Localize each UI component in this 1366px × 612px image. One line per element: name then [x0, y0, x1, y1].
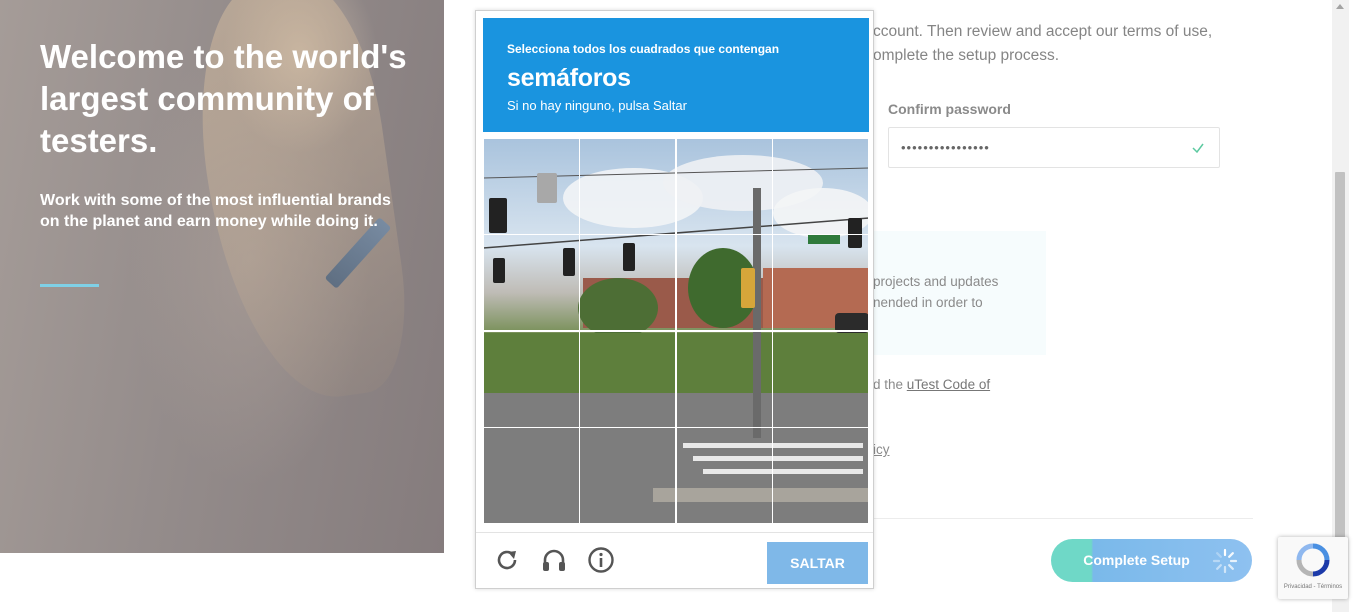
- captcha-target-object: semáforos: [507, 64, 631, 92]
- captcha-tile[interactable]: [483, 138, 580, 235]
- captcha-tile[interactable]: [676, 331, 773, 428]
- info-icon[interactable]: [587, 546, 615, 574]
- code-prefix: d the: [873, 377, 907, 392]
- captcha-tile[interactable]: [676, 427, 773, 524]
- captcha-instruction: Selecciona todos los cuadrados que conte…: [507, 42, 780, 56]
- captcha-header: Selecciona todos los cuadrados que conte…: [483, 18, 869, 132]
- captcha-tile[interactable]: [676, 234, 773, 331]
- check-icon: [1192, 143, 1204, 154]
- captcha-tile[interactable]: [483, 331, 580, 428]
- complete-setup-label: Complete Setup: [1083, 552, 1190, 568]
- hero-divider: [40, 284, 99, 287]
- confirm-password-label: Confirm password: [888, 101, 1011, 117]
- captcha-tile[interactable]: [772, 331, 869, 428]
- privacy-policy-link[interactable]: icy: [873, 442, 890, 457]
- reload-icon[interactable]: [493, 546, 521, 574]
- hero-subtitle: Work with some of the most influential b…: [40, 192, 391, 230]
- complete-setup-button[interactable]: Complete Setup: [1051, 539, 1252, 582]
- confirm-password-value: ••••••••••••••••: [901, 140, 990, 155]
- captcha-tile[interactable]: [772, 427, 869, 524]
- captcha-image-grid: [483, 138, 869, 524]
- loading-spinner-icon: [1212, 548, 1238, 574]
- captcha-tile[interactable]: [579, 331, 676, 428]
- code-of-conduct-link[interactable]: uTest Code of: [907, 377, 990, 392]
- recaptcha-terms[interactable]: Privacidad - Términos: [1278, 584, 1348, 590]
- scroll-up-arrow-icon[interactable]: [1336, 4, 1344, 9]
- recaptcha-badge[interactable]: Privacidad - Términos: [1278, 537, 1348, 599]
- captcha-tile[interactable]: [579, 138, 676, 235]
- scroll-thumb[interactable]: [1335, 172, 1345, 542]
- captcha-tile[interactable]: [676, 138, 773, 235]
- captcha-dialog: Selecciona todos los cuadrados que conte…: [475, 10, 874, 589]
- audio-icon[interactable]: [540, 546, 568, 574]
- code-of-conduct-text: d the uTest Code of: [873, 377, 990, 392]
- form-divider: [873, 518, 1253, 519]
- form-intro-text: ccount. Then review and accept our terms…: [873, 23, 1213, 64]
- captcha-tile[interactable]: [483, 234, 580, 331]
- hero-title: Welcome to the world's largest community…: [40, 38, 407, 159]
- info-text: projects and updates nended in order to: [873, 274, 999, 310]
- captcha-tile[interactable]: [579, 427, 676, 524]
- page-scrollbar[interactable]: [1332, 0, 1349, 612]
- captcha-tile[interactable]: [579, 234, 676, 331]
- captcha-footer: SALTAR: [476, 532, 873, 589]
- captcha-tile[interactable]: [772, 138, 869, 235]
- captcha-tile[interactable]: [772, 234, 869, 331]
- hero-panel: Welcome to the world's largest community…: [0, 0, 444, 553]
- captcha-tile[interactable]: [483, 427, 580, 524]
- skip-button[interactable]: SALTAR: [767, 542, 868, 584]
- confirm-password-input[interactable]: ••••••••••••••••: [888, 127, 1220, 168]
- recaptcha-logo-icon: [1296, 543, 1330, 577]
- captcha-skip-hint: Si no hay ninguno, pulsa Saltar: [507, 98, 687, 113]
